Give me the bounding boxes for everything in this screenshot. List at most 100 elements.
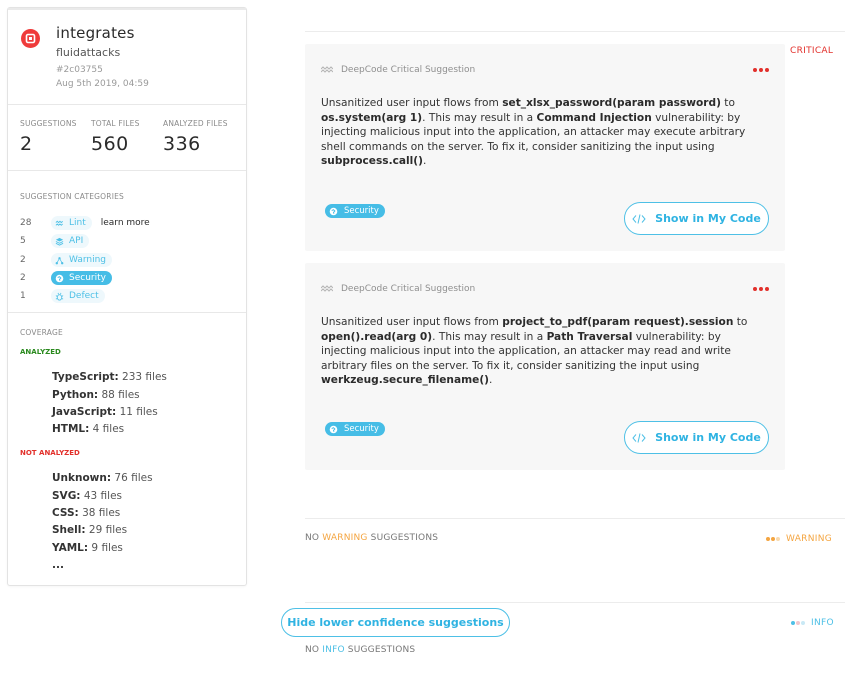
learn-more-link[interactable]: learn more	[101, 218, 150, 228]
coverage-title: COVERAGE	[20, 328, 63, 337]
stat-total-files: TOTAL FILES 560	[91, 119, 140, 155]
show-in-code-button[interactable]: Show in My Code	[624, 421, 769, 454]
category-row-lint: 28 Lint learn more	[20, 216, 150, 230]
warning-dots-icon	[765, 537, 780, 541]
suggestion-text: Unsanitized user input flows from set_xl…	[321, 97, 746, 167]
repo-commit-date: Aug 5th 2019, 04:59	[56, 79, 149, 89]
analyzed-label: ANALYZED	[20, 348, 61, 356]
coverage-item: YAML: 9 files	[52, 542, 123, 554]
stats-panel: SUGGESTIONS 2 TOTAL FILES 560 ANALYZED F…	[8, 105, 246, 171]
file-count: 29 files	[88, 524, 128, 536]
category-count: 1	[20, 291, 26, 301]
deepcode-icon	[321, 285, 333, 292]
show-in-code-label: Show in My Code	[655, 431, 761, 444]
suggestion-title: DeepCode Critical Suggestion	[341, 284, 476, 294]
language-name: HTML:	[52, 423, 90, 435]
more-options-icon[interactable]	[751, 287, 769, 291]
coverage-item: SVG: 43 files	[52, 490, 122, 502]
coverage-item: JavaScript: 11 files	[52, 406, 158, 418]
more-options-icon[interactable]	[751, 68, 769, 72]
repo-header: integrates fluidattacks #2c03755 Aug 5th…	[8, 8, 246, 105]
repo-owner[interactable]: fluidattacks	[56, 46, 120, 59]
category-count: 28	[20, 218, 32, 228]
file-count: 4 files	[92, 423, 125, 435]
category-row-api: 5 API	[20, 234, 90, 248]
language-name: TypeScript:	[52, 371, 119, 383]
coverage-more[interactable]: ...	[52, 559, 64, 571]
file-count: 11 files	[119, 406, 158, 418]
security-icon	[55, 274, 64, 282]
suggestion-text: Unsanitized user input flows from projec…	[321, 316, 748, 386]
coverage-item: Unknown: 76 files	[52, 472, 153, 484]
suggestion-header: DeepCode Critical Suggestion	[321, 284, 475, 294]
file-count: 88 files	[101, 389, 140, 401]
category-row-security: 2 Security	[20, 271, 112, 285]
info-dots-icon	[790, 621, 805, 625]
warning-icon	[55, 256, 64, 264]
coverage-item: CSS: 38 files	[52, 507, 120, 519]
info-divider	[305, 602, 845, 603]
show-in-code-button[interactable]: Show in My Code	[624, 202, 769, 235]
code-icon	[632, 213, 646, 224]
tag-label: Security	[344, 424, 379, 434]
security-tag[interactable]: Security	[325, 204, 385, 218]
category-count: 5	[20, 236, 26, 246]
language-name: JavaScript:	[52, 406, 117, 418]
repo-commit-hash: #2c03755	[56, 65, 103, 75]
file-count: 9 files	[91, 542, 123, 554]
language-name: Shell:	[52, 524, 86, 536]
coverage-item: HTML: 4 files	[52, 423, 124, 435]
api-icon	[55, 237, 64, 246]
category-label: API	[69, 236, 84, 246]
info-severity: INFO	[790, 618, 834, 628]
lint-icon	[55, 220, 63, 226]
category-pill-security[interactable]: Security	[51, 271, 112, 285]
category-pill-lint[interactable]: Lint	[51, 216, 92, 230]
repo-logo-icon	[21, 29, 40, 48]
suggestion-title: DeepCode Critical Suggestion	[341, 65, 476, 75]
not-analyzed-label: NOT ANALYZED	[20, 449, 80, 457]
code-icon	[632, 432, 646, 443]
category-row-warning: 2 Warning	[20, 253, 113, 267]
suggestion-card: DeepCode Critical Suggestion Unsanitized…	[305, 44, 785, 251]
critical-divider	[305, 31, 845, 32]
suggestion-categories: SUGGESTION CATEGORIES 28 Lint learn more…	[8, 171, 246, 313]
category-pill-defect[interactable]: Defect	[51, 289, 105, 303]
category-pill-api[interactable]: API	[51, 234, 90, 248]
security-tag[interactable]: Security	[325, 422, 385, 436]
stat-value: 560	[91, 133, 129, 155]
file-count: 76 files	[114, 472, 153, 484]
language-name: Unknown:	[52, 472, 112, 484]
more-ellipsis: ...	[52, 559, 64, 571]
language-name: YAML:	[52, 542, 89, 554]
suggestion-card: DeepCode Critical Suggestion Unsanitized…	[305, 263, 785, 470]
warning-severity: WARNING	[765, 534, 832, 544]
category-label: Security	[69, 273, 106, 283]
stat-label: TOTAL FILES	[91, 119, 140, 128]
stat-value: 2	[20, 133, 33, 155]
show-in-code-label: Show in My Code	[655, 212, 761, 225]
coverage-item: TypeScript: 233 files	[52, 371, 167, 383]
no-info-text: NO INFO SUGGESTIONS	[305, 645, 416, 655]
repo-name[interactable]: integrates	[56, 24, 135, 42]
critical-label: CRITICAL	[790, 46, 834, 56]
category-count: 2	[20, 255, 26, 265]
warning-label: WARNING	[786, 534, 833, 544]
category-label: Defect	[69, 291, 99, 301]
stat-suggestions: SUGGESTIONS 2	[20, 119, 77, 155]
category-row-defect: 1 Defect	[20, 289, 105, 303]
stat-label: SUGGESTIONS	[20, 119, 77, 128]
repo-summary-card: integrates fluidattacks #2c03755 Aug 5th…	[7, 7, 247, 586]
coverage-item: Python: 88 files	[52, 389, 140, 401]
language-name: CSS:	[52, 507, 79, 519]
coverage-item: Shell: 29 files	[52, 524, 127, 536]
file-count: 233 files	[122, 371, 167, 383]
security-icon	[329, 425, 338, 433]
no-warning-text: NO WARNING SUGGESTIONS	[305, 533, 439, 543]
file-count: 43 files	[83, 490, 123, 502]
warning-divider	[305, 518, 845, 519]
hide-lower-confidence-button[interactable]: Hide lower confidence suggestions	[281, 608, 510, 637]
category-count: 2	[20, 273, 26, 283]
stat-label: ANALYZED FILES	[163, 119, 228, 128]
category-pill-warning[interactable]: Warning	[51, 253, 113, 267]
